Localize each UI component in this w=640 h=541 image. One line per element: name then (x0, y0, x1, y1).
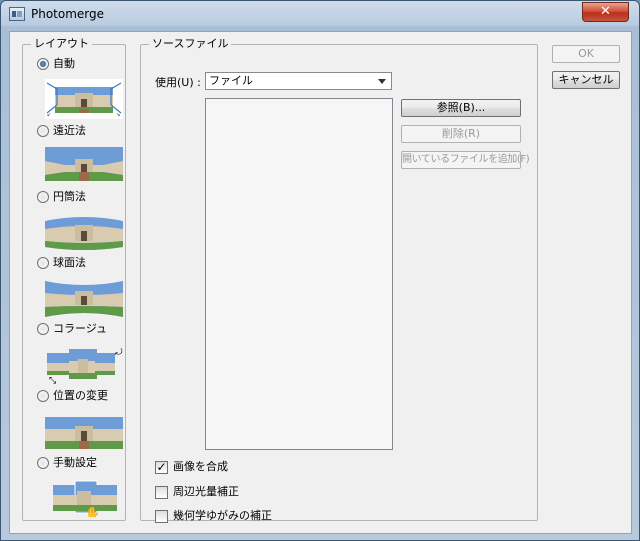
radio-auto[interactable] (37, 58, 49, 70)
perspective-thumbnail (45, 147, 123, 181)
svg-text:✋: ✋ (85, 506, 100, 517)
close-button[interactable]: ✕ (582, 2, 629, 22)
browse-button[interactable]: 参照(B)... (401, 99, 521, 117)
svg-text:↘: ↘ (116, 112, 120, 118)
layout-option-label: 位置の変更 (53, 389, 108, 402)
radio-interactive[interactable] (37, 457, 49, 469)
vignette-removal-checkbox[interactable] (155, 486, 168, 499)
reposition-thumbnail (45, 417, 123, 449)
photomerge-window: Photomerge ✕ レイアウト 自動 ↙ ↘ 遠近法 円筒法 球面法 コラ… (0, 0, 640, 541)
vignette-removal-label: 周辺光量補正 (173, 485, 239, 498)
title-bar[interactable]: Photomerge ✕ (1, 1, 639, 28)
blend-images-label: 画像を合成 (173, 460, 228, 473)
radio-spherical[interactable] (37, 257, 49, 269)
layout-option-label: 遠近法 (53, 124, 86, 137)
layout-option-label: 手動設定 (53, 456, 97, 469)
interactive-thumbnail: ✋ (53, 480, 117, 517)
radio-cylindrical[interactable] (37, 191, 49, 203)
collage-thumbnail: ⤾ ⤡ (47, 348, 123, 385)
window-title: Photomerge (31, 7, 105, 21)
source-file-list[interactable] (205, 98, 393, 450)
layout-option-label: 球面法 (53, 256, 86, 269)
radio-collage[interactable] (37, 323, 49, 335)
add-open-files-button[interactable]: 開いているファイルを追加(F) (401, 151, 530, 169)
svg-text:⤡: ⤡ (49, 376, 56, 385)
radio-reposition[interactable] (37, 390, 49, 402)
chevron-down-icon (378, 79, 386, 84)
layout-option-label: コラージュ (53, 322, 108, 335)
use-label: 使用(U) : (155, 76, 201, 89)
blend-images-checkbox[interactable]: ✓ (155, 461, 168, 474)
dialog-client-area: レイアウト 自動 ↙ ↘ 遠近法 円筒法 球面法 コラージュ ⤾ ⤡ 位置の変更… (9, 31, 632, 534)
layout-group: レイアウト 自動 ↙ ↘ 遠近法 円筒法 球面法 コラージュ ⤾ ⤡ 位置の変更… (22, 37, 126, 521)
radio-perspective[interactable] (37, 125, 49, 137)
layout-option-label: 円筒法 (53, 190, 86, 203)
layout-option-label: 自動 (53, 57, 75, 70)
ok-button[interactable]: OK (552, 45, 620, 63)
distortion-correction-checkbox[interactable] (155, 510, 168, 523)
svg-text:⤾: ⤾ (115, 348, 123, 358)
use-select-value: ファイル (209, 74, 253, 87)
use-select[interactable]: ファイル (205, 72, 392, 90)
layout-group-title: レイアウト (31, 37, 92, 51)
photomerge-app-icon (9, 7, 25, 21)
source-group-title: ソースファイル (149, 37, 232, 51)
cylindrical-thumbnail (45, 217, 123, 250)
auto-thumbnail: ↙ ↘ (45, 79, 123, 119)
remove-button[interactable]: 削除(R) (401, 125, 521, 143)
svg-text:↙: ↙ (47, 112, 51, 118)
spherical-thumbnail (45, 281, 123, 317)
source-files-group: ソースファイル 使用(U) : ファイル 参照(B)... 削除(R) 開いてい… (140, 37, 538, 523)
cancel-button[interactable]: キャンセル (552, 71, 620, 89)
distortion-correction-label: 幾何学ゆがみの補正 (173, 509, 272, 522)
